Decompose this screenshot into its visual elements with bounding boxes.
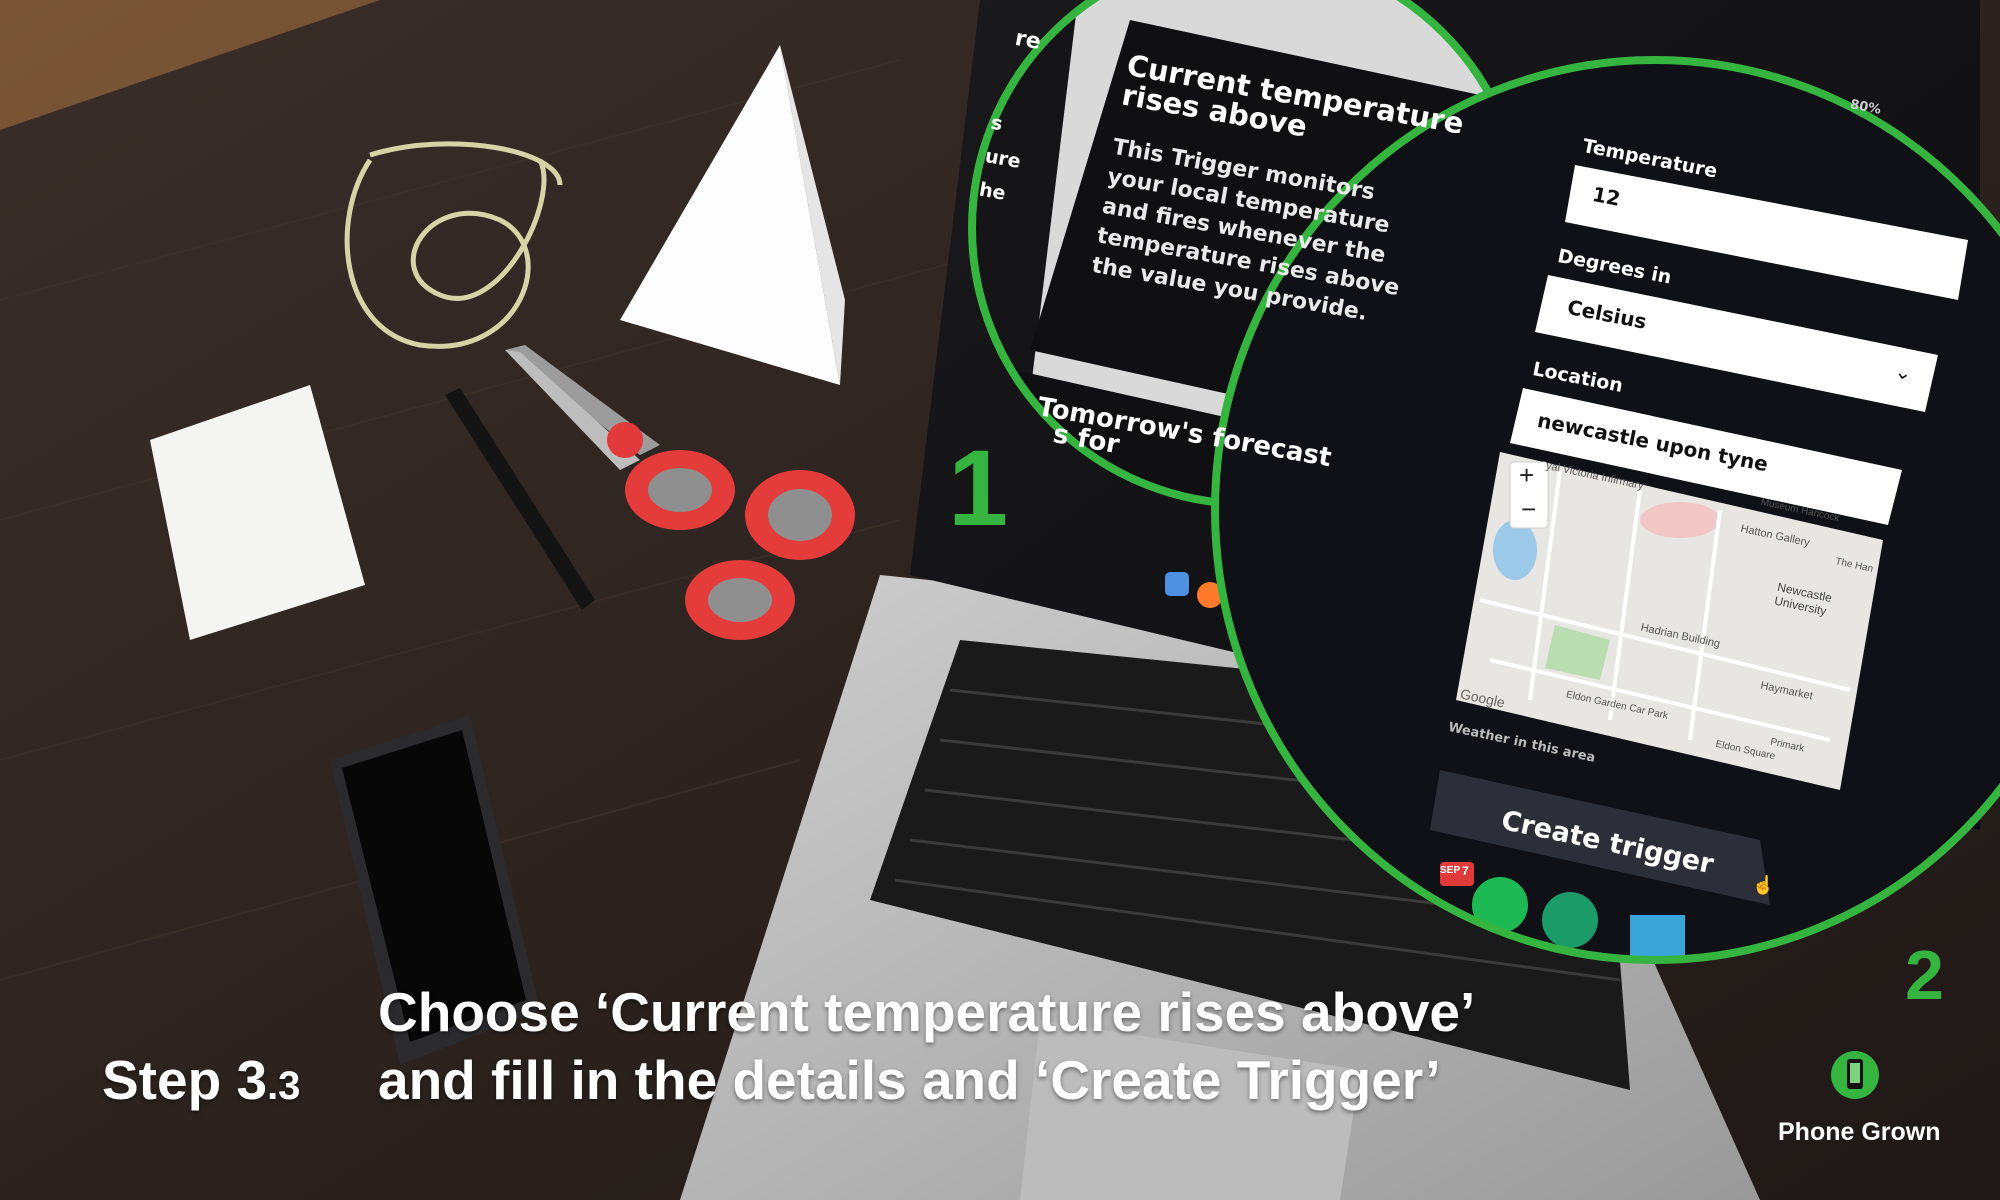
step-title-main: Step 3 — [102, 1049, 268, 1111]
cursor-icon: ☝ — [1752, 875, 1775, 895]
edge-text-top: re — [1013, 25, 1043, 56]
instruction-line-1: Choose ‘Current temperature rises above’ — [378, 981, 1476, 1043]
temperature-input[interactable]: 12 — [1590, 182, 1622, 211]
instruction-line-2: and fill in the details and ‘Create Trig… — [378, 1049, 1441, 1111]
marker-one: 1 — [948, 427, 1009, 548]
dock-badge-month: SEP — [1440, 865, 1461, 876]
edge-mid-3: he — [977, 178, 1008, 205]
step-title: Step 3.3 — [102, 1048, 300, 1112]
map-zoom-in-button[interactable]: + — [1519, 460, 1534, 491]
marker-two: 2 — [1905, 936, 1944, 1014]
map-zoom-out-button[interactable]: − — [1521, 494, 1536, 525]
brand-name: Phone Grown — [1778, 1118, 1941, 1146]
step-title-sub: .3 — [267, 1064, 301, 1108]
phone-grown-logo — [1831, 1051, 1879, 1099]
photo-scene: Current temperature rises above This Tri… — [0, 0, 2000, 1200]
dock-badge-count: 7 — [1462, 864, 1469, 878]
